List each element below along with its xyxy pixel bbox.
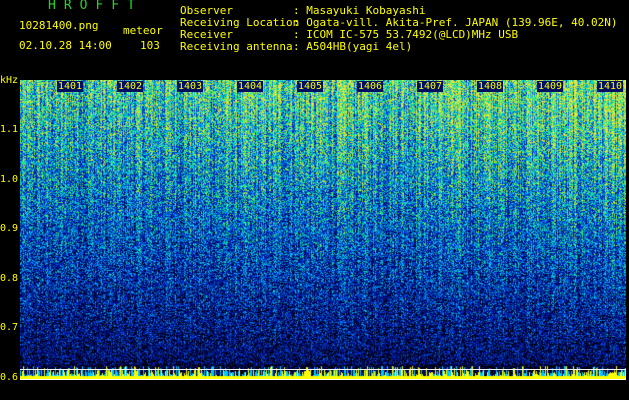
minute-label: 1401 bbox=[57, 81, 84, 92]
filename-label: 10281400.png bbox=[19, 19, 99, 32]
reference-line-lower bbox=[20, 379, 626, 380]
y-tick-0.9: 0.9 bbox=[0, 223, 19, 234]
y-tick-1.0: 1.0 bbox=[0, 174, 19, 185]
minute-label: 1403 bbox=[177, 81, 204, 92]
count-label: 103 bbox=[140, 39, 160, 52]
y-axis: kHz 1.1 1.0 0.9 0.8 0.7 0.6 bbox=[0, 0, 20, 400]
antenna-label: Receiving antenna bbox=[180, 40, 293, 53]
antenna-value: : A504HB(yagi 4el) bbox=[293, 40, 413, 53]
minute-label: 1406 bbox=[357, 81, 384, 92]
reference-line-upper bbox=[20, 369, 626, 370]
minute-label: 1408 bbox=[477, 81, 504, 92]
y-tick-0.6: 0.6 bbox=[0, 372, 19, 383]
brand-title: HROFFT bbox=[48, 0, 143, 13]
y-tick-1.1: 1.1 bbox=[0, 124, 19, 135]
minute-label: 1404 bbox=[237, 81, 264, 92]
minute-label: 1410 bbox=[597, 81, 624, 92]
minute-label: 1405 bbox=[297, 81, 324, 92]
minute-label: 1407 bbox=[417, 81, 444, 92]
y-unit-label: kHz bbox=[0, 75, 19, 86]
y-tick-0.7: 0.7 bbox=[0, 322, 19, 333]
mode-label: meteor bbox=[123, 24, 163, 37]
y-tick-0.8: 0.8 bbox=[0, 273, 19, 284]
minute-label: 1402 bbox=[117, 81, 144, 92]
spectrogram-canvas bbox=[20, 80, 626, 380]
datetime-label: 02.10.28 14:00 bbox=[19, 39, 112, 52]
minute-label: 1409 bbox=[537, 81, 564, 92]
